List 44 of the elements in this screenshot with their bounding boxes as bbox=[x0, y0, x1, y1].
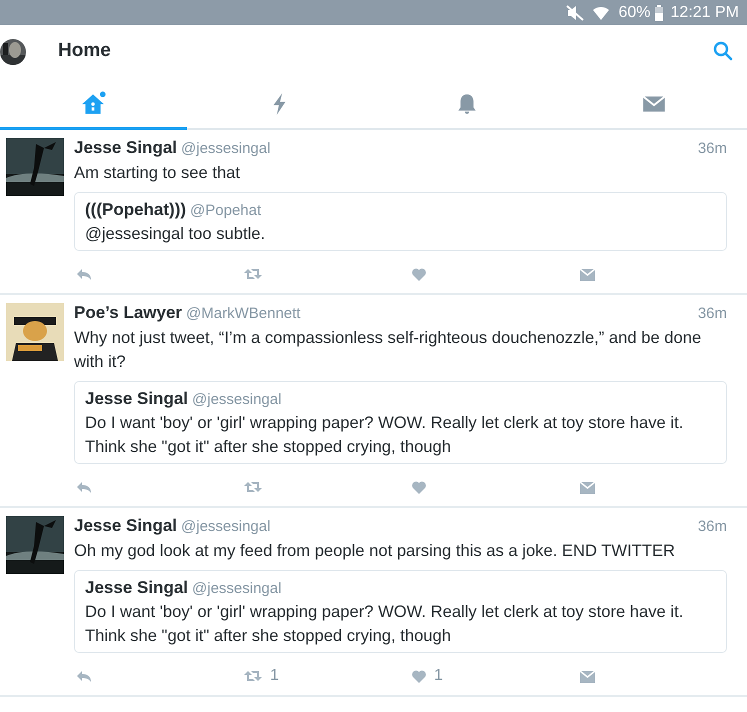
reply-icon bbox=[76, 268, 92, 280]
battery-percent: 60% bbox=[618, 2, 651, 22]
quoted-author-handle: @jessesingal bbox=[192, 390, 282, 410]
reply-icon bbox=[76, 480, 92, 494]
search-button[interactable] bbox=[713, 40, 733, 64]
author-name[interactable]: Poe’s Lawyer bbox=[74, 301, 182, 324]
retweet-icon bbox=[244, 670, 262, 682]
tweet-text: Why not just tweet, “I’m a compassionless self-righteous douchenozzle,” and be done with it? bbox=[74, 326, 702, 372]
reply-icon bbox=[76, 670, 92, 682]
heart-icon bbox=[412, 268, 426, 280]
quoted-author-name: (((Popehat))) bbox=[85, 198, 186, 220]
quoted-author-handle: @jessesingal bbox=[192, 578, 282, 598]
tweet-time: 36m bbox=[698, 517, 727, 537]
envelope-icon bbox=[580, 670, 595, 682]
action-count: 1 bbox=[270, 666, 279, 686]
retweet-icon bbox=[244, 481, 262, 493]
battery-icon bbox=[654, 4, 663, 20]
quoted-tweet[interactable]: Jesse Singal @jessesingal Do I want 'boy' or 'girl' wrapping paper? WOW. Really let clerk at toy store have it. Think she "got it" after she stopped crying, though bbox=[74, 570, 727, 653]
author-name[interactable]: Jesse Singal bbox=[74, 136, 178, 159]
tweet-text: Am starting to see that bbox=[74, 162, 242, 184]
clock-time: 12:21 PM bbox=[670, 2, 739, 22]
quoted-author-handle: @Popehat bbox=[190, 200, 262, 220]
author-name[interactable]: Jesse Singal bbox=[74, 514, 178, 537]
heart-icon bbox=[412, 480, 426, 494]
envelope-icon bbox=[580, 268, 595, 280]
mute-icon bbox=[566, 4, 584, 20]
search-icon bbox=[713, 41, 733, 62]
home-icon bbox=[80, 90, 106, 114]
tweet-time: 36m bbox=[698, 304, 727, 324]
quoted-tweet[interactable]: Jesse Singal @jessesingal Do I want 'boy' or 'girl' wrapping paper? WOW. Really let clerk at toy store have it. Think she "got it" after she stopped crying, though bbox=[74, 380, 727, 464]
action-count: 1 bbox=[434, 666, 443, 686]
envelope-icon bbox=[580, 480, 595, 494]
retweet-icon bbox=[244, 268, 262, 280]
page-title: Home bbox=[58, 39, 111, 64]
quoted-text: Do I want 'boy' or 'girl' wrapping paper? WOW. Really let clerk at toy store have it. Think she "got it" after she stopped crying, though bbox=[85, 601, 684, 647]
quoted-author-name: Jesse Singal bbox=[85, 576, 188, 598]
wifi-icon bbox=[592, 4, 610, 20]
quoted-tweet[interactable]: (((Popehat))) @Popehat @jessesingal too subtle. bbox=[74, 192, 727, 251]
heart-icon bbox=[412, 670, 426, 682]
tweet-text: Oh my god look at my feed from people not parsing this as a joke. END TWITTER bbox=[74, 540, 676, 562]
quoted-text: @jessesingal too subtle. bbox=[85, 223, 266, 245]
tweet-time: 36m bbox=[698, 139, 727, 159]
quoted-text: Do I want 'boy' or 'girl' wrapping paper? WOW. Really let clerk at toy store have it. Think she "got it" after she stopped crying, though bbox=[85, 412, 684, 458]
quoted-author-name: Jesse Singal bbox=[85, 388, 188, 410]
